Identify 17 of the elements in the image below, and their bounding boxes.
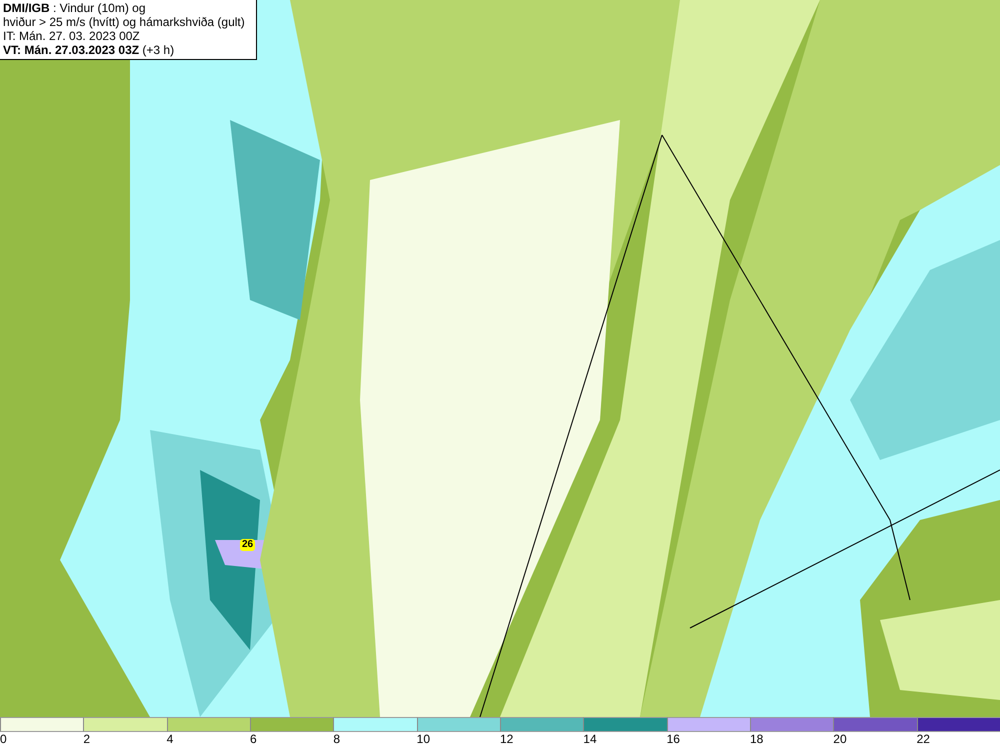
- legend-tick-label: 14: [583, 732, 597, 746]
- gust-label: 26: [240, 539, 256, 551]
- legend-tick-label: 10: [416, 732, 430, 746]
- legend-tick-label: 2: [83, 732, 90, 746]
- legend-tick-label: 4: [166, 732, 174, 746]
- legend-tick-label: 20: [833, 732, 847, 746]
- legend-tick-label: 6: [250, 732, 257, 746]
- header-line: IT: Mán. 27. 03. 2023 00Z: [3, 29, 141, 43]
- legend-tick-label: 12: [500, 732, 514, 746]
- legend-tick-label: 22: [916, 732, 930, 746]
- header-line: VT: Mán. 27.03.2023 03Z (+3 h): [3, 43, 176, 57]
- header-line: DMI/IGB : Vindur (10m) og: [3, 1, 146, 15]
- header-line: hviður > 25 m/s (hvítt) og hámarkshviða (gult): [3, 15, 246, 29]
- legend-tick-label: 0: [0, 732, 7, 746]
- legend-tick-label: 8: [333, 732, 340, 746]
- legend-tick-label: 18: [750, 732, 764, 746]
- legend-tick-label: 16: [666, 732, 680, 746]
